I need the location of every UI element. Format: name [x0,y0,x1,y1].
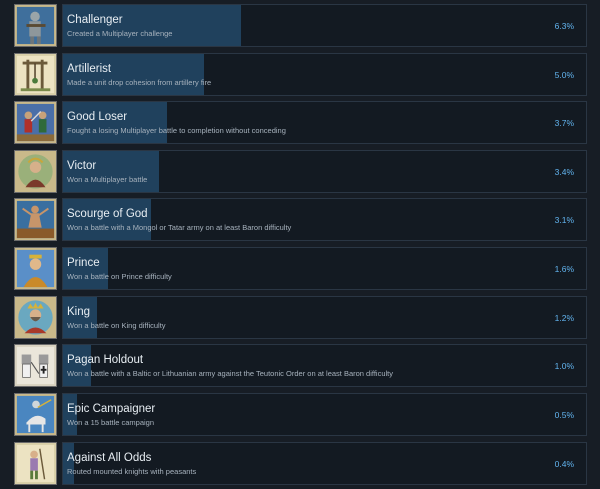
achievement-description: Won a battle on King difficulty [67,321,166,330]
achievement-row[interactable]: King Won a battle on King difficulty 1.2… [10,296,587,339]
achievement-panel: Epic Campaigner Won a 15 battle campaign… [62,393,587,436]
unlock-percentage: 3.4% [554,167,574,177]
achievement-panel: Challenger Created a Multiplayer challen… [62,4,587,47]
knight-crossbow-icon [14,4,57,47]
achievement-row[interactable]: Against All Odds Routed mounted knights … [10,442,587,485]
mongol-warrior-icon [14,198,57,241]
achievement-title: Prince [67,257,100,269]
mounted-knight-icon [14,393,57,436]
achievement-description: Created a Multiplayer challenge [67,29,173,38]
achievement-panel: Artillerist Made a unit drop cohesion fr… [62,53,587,96]
unlock-percentage: 0.5% [554,410,574,420]
prince-portrait-icon [14,247,57,290]
achievement-row[interactable]: Challenger Created a Multiplayer challen… [10,4,587,47]
victor-portrait-icon [14,150,57,193]
achievement-title: Artillerist [67,63,112,75]
peasant-icon [14,442,57,485]
unlock-percentage: 3.7% [554,118,574,128]
unlock-percentage: 1.6% [554,264,574,274]
achievement-panel: Prince Won a battle on Prince difficulty… [62,247,587,290]
achievement-panel: King Won a battle on King difficulty 1.2… [62,296,587,339]
achievement-panel: Against All Odds Routed mounted knights … [62,442,587,485]
achievement-row[interactable]: Good Loser Fought a losing Multiplayer b… [10,101,587,144]
achievement-row[interactable]: Pagan Holdout Won a battle with a Baltic… [10,344,587,387]
achievement-description: Won a 15 battle campaign [67,418,155,427]
achievement-panel: Good Loser Fought a losing Multiplayer b… [62,101,587,144]
achievement-description: Won a Multiplayer battle [67,175,148,184]
achievement-title: King [67,306,91,318]
achievement-row[interactable]: Epic Campaigner Won a 15 battle campaign… [10,393,587,436]
achievement-row[interactable]: Artillerist Made a unit drop cohesion fr… [10,53,587,96]
trebuchet-icon [14,53,57,96]
achievement-description: Routed mounted knights with peasants [67,467,197,476]
achievement-title: Pagan Holdout [67,354,144,366]
achievement-panel: Scourge of God Won a battle with a Mongo… [62,198,587,241]
unlock-percentage: 5.0% [554,70,574,80]
achievement-title: Challenger [67,14,123,26]
achievement-title: Good Loser [67,111,128,123]
unlock-percentage: 6.3% [554,21,574,31]
achievement-panel: Victor Won a Multiplayer battle 3.4% [62,150,587,193]
achievement-row[interactable]: Prince Won a battle on Prince difficulty… [10,247,587,290]
unlock-percentage: 1.2% [554,313,574,323]
dueling-soldiers-icon [14,101,57,144]
achievement-list: Challenger Created a Multiplayer challen… [0,0,600,489]
achievement-description: Made a unit drop cohesion from artillery… [67,78,212,87]
achievement-title: Epic Campaigner [67,403,156,415]
achievement-title: Scourge of God [67,208,148,220]
achievement-row[interactable]: Scourge of God Won a battle with a Mongo… [10,198,587,241]
achievement-panel: Pagan Holdout Won a battle with a Baltic… [62,344,587,387]
achievement-row[interactable]: Victor Won a Multiplayer battle 3.4% [10,150,587,193]
unlock-percentage: 0.4% [554,459,574,469]
unlock-percentage: 3.1% [554,215,574,225]
achievement-description: Won a battle on Prince difficulty [67,272,172,281]
unlock-percentage: 1.0% [554,361,574,371]
king-portrait-icon [14,296,57,339]
achievement-description: Won a battle with a Baltic or Lithuanian… [67,369,394,378]
achievement-title: Against All Odds [67,452,152,464]
teutonic-knights-icon [14,344,57,387]
achievement-description: Won a battle with a Mongol or Tatar army… [67,223,292,232]
achievement-description: Fought a losing Multiplayer battle to co… [67,126,286,135]
achievement-title: Victor [67,160,97,172]
